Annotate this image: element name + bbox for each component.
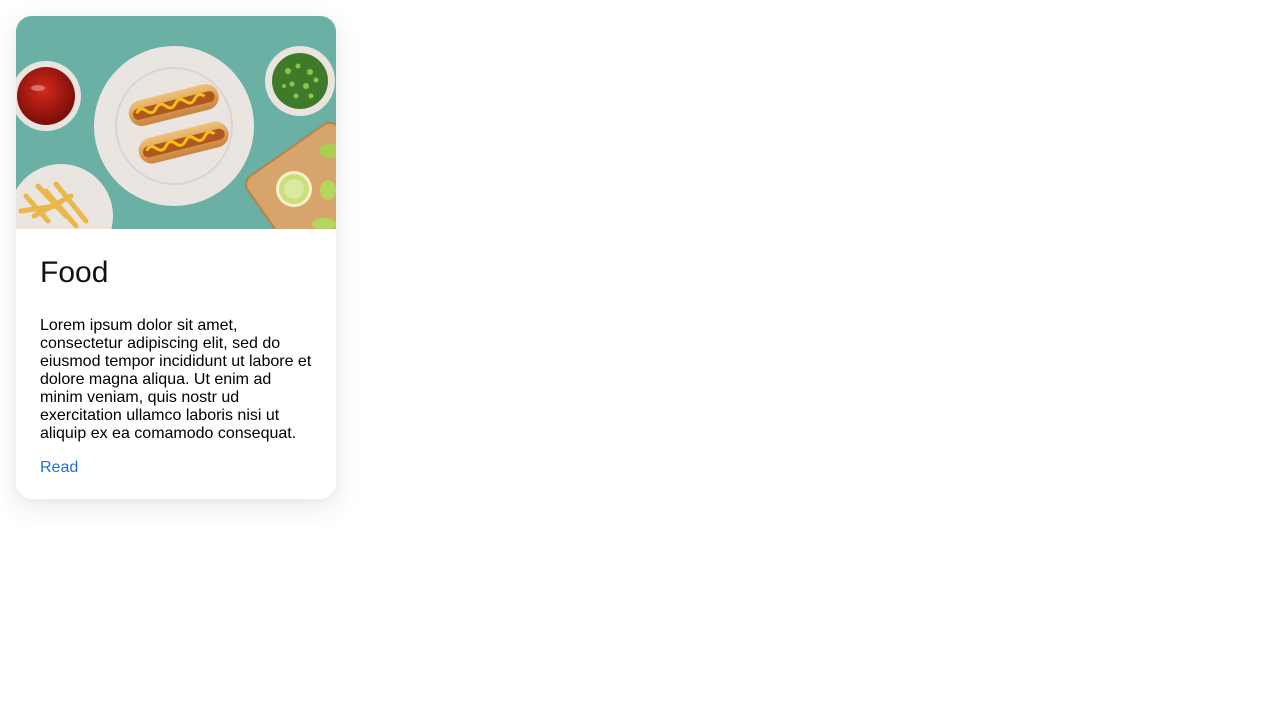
card-body: Food Lorem ipsum dolor sit amet, consect… [16, 229, 336, 477]
food-photo [16, 16, 336, 229]
card-description: Lorem ipsum dolor sit amet, consectetur … [40, 317, 312, 442]
food-card: Food Lorem ipsum dolor sit amet, consect… [16, 16, 336, 499]
card-title: Food [40, 256, 109, 289]
read-link[interactable]: Read [40, 459, 78, 477]
